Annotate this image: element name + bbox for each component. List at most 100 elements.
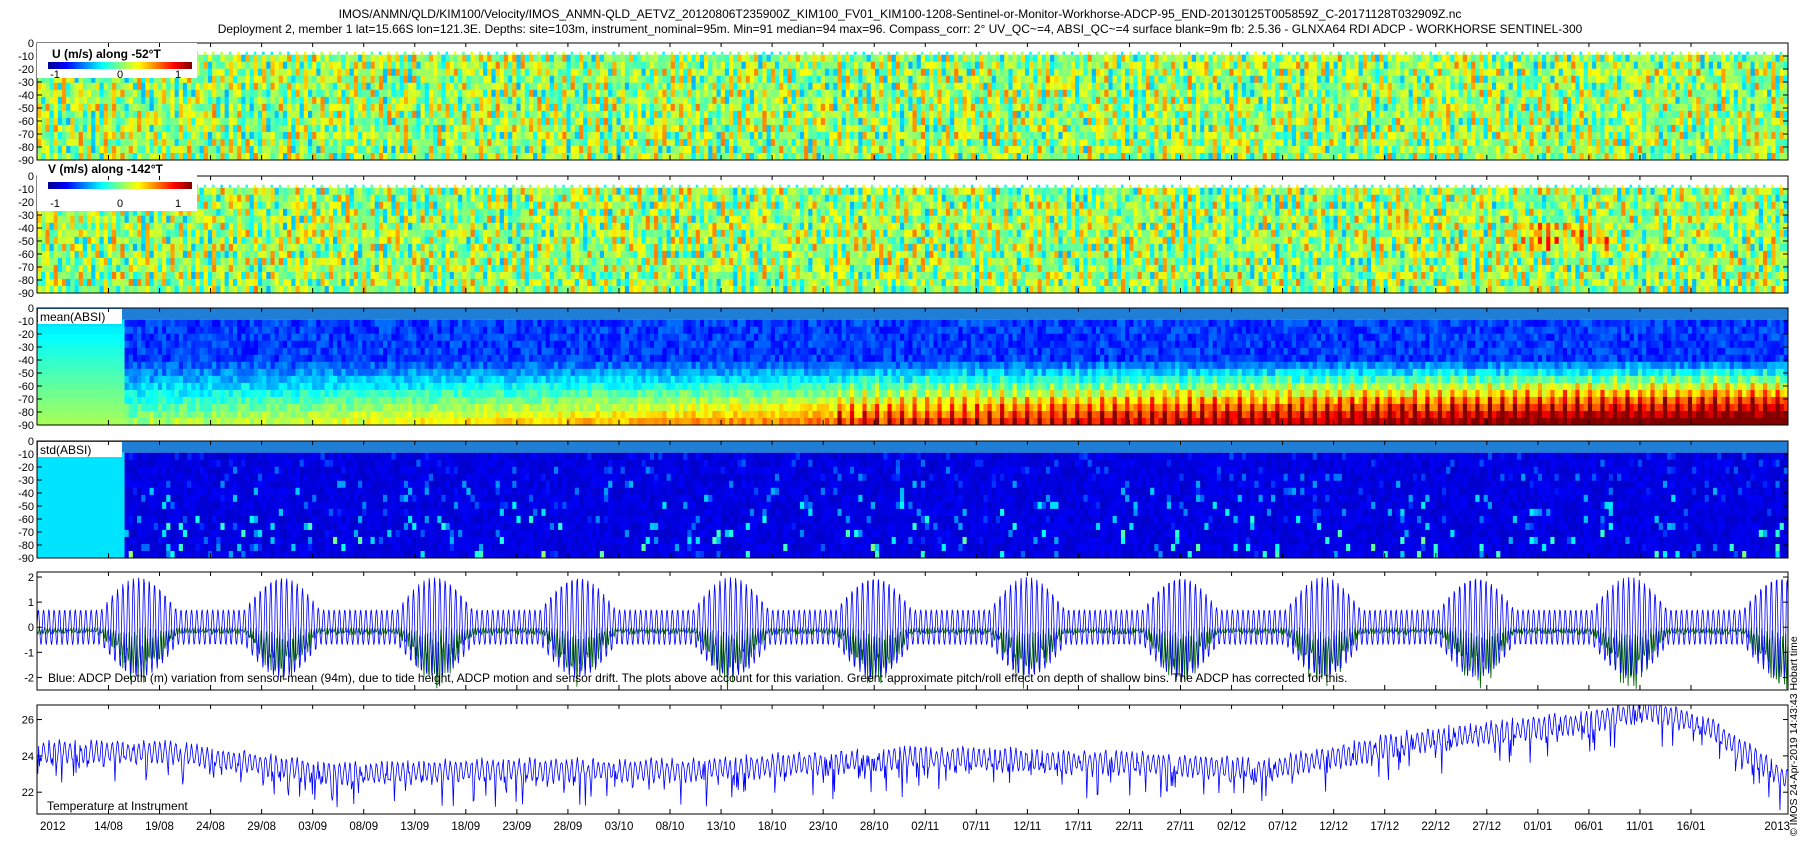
u-velocity-cell	[191, 124, 197, 133]
u-velocity-cell	[1233, 145, 1239, 154]
u-velocity-cell	[649, 152, 655, 160]
u-velocity-cell	[282, 75, 288, 84]
u-velocity-cell	[378, 51, 382, 55]
u-velocity-cell	[908, 145, 914, 154]
u-velocity-cell	[912, 96, 918, 105]
u-velocity-cell	[908, 89, 914, 98]
u-velocity-cell	[491, 152, 497, 160]
u-velocity-cell	[1129, 124, 1135, 133]
u-velocity-cell	[1258, 89, 1264, 98]
u-velocity-cell	[695, 54, 701, 63]
u-velocity-cell	[708, 124, 713, 133]
u-velocity-cell	[562, 82, 568, 91]
u-velocity-cell	[120, 138, 126, 147]
u-velocity-cell	[1079, 82, 1085, 91]
u-velocity-cell	[74, 124, 80, 133]
u-velocity-cell	[1145, 117, 1151, 126]
u-velocity-cell	[787, 117, 793, 126]
u-velocity-cell	[237, 152, 242, 160]
u-velocity-cell	[916, 82, 922, 91]
u-velocity-cell	[416, 89, 422, 98]
u-velocity-cell	[362, 117, 367, 126]
u-velocity-cell	[91, 138, 96, 147]
u-velocity-cell	[232, 75, 238, 84]
u-velocity-cell	[49, 124, 55, 133]
u-velocity-cell	[666, 124, 672, 133]
u-velocity-cell	[320, 89, 326, 98]
u-velocity-cell	[149, 103, 155, 112]
u-velocity-cell	[1120, 51, 1124, 55]
u-velocity-cell	[178, 117, 184, 126]
u-velocity-cell	[203, 96, 209, 105]
u-velocity-cell	[358, 152, 363, 160]
u-velocity-cell	[1116, 152, 1122, 160]
u-velocity-cell	[1371, 54, 1376, 63]
u-velocity-cell	[1300, 96, 1305, 105]
u-velocity-cell	[232, 124, 238, 133]
u-velocity-cell	[945, 54, 951, 63]
u-velocity-cell	[545, 110, 551, 119]
u-velocity-cell	[49, 89, 55, 98]
u-velocity-cell	[403, 89, 409, 98]
u-velocity-cell	[241, 145, 247, 154]
u-velocity-cell	[791, 103, 797, 112]
u-velocity-cell	[237, 89, 242, 98]
u-velocity-cell	[491, 110, 497, 119]
u-velocity-cell	[633, 131, 638, 140]
u-velocity-cell	[758, 110, 764, 119]
u-velocity-cell	[987, 61, 993, 70]
u-velocity-cell	[1008, 96, 1014, 105]
u-velocity-cell	[799, 61, 805, 70]
u-velocity-cell	[345, 103, 351, 112]
u-velocity-cell	[366, 75, 372, 84]
u-velocity-cell	[378, 110, 384, 119]
u-velocity-cell	[849, 138, 855, 147]
u-velocity-cell	[537, 75, 543, 84]
u-velocity-cell	[174, 96, 180, 105]
u-velocity-cell	[833, 131, 839, 140]
u-velocity-cell	[795, 117, 801, 126]
u-velocity-cell	[1150, 103, 1155, 112]
u-velocity-cell	[1200, 152, 1205, 160]
u-velocity-cell	[954, 82, 959, 91]
u-velocity-cell	[132, 96, 138, 105]
u-velocity-cell	[578, 89, 584, 98]
u-velocity-cell	[741, 89, 747, 98]
u-velocity-cell	[879, 96, 884, 105]
u-velocity-cell	[341, 131, 347, 140]
u-velocity-cell	[337, 117, 342, 126]
u-velocity-cell	[745, 117, 751, 126]
u-velocity-cell	[1083, 96, 1089, 105]
u-velocity-cell	[891, 110, 897, 119]
u-velocity-cell	[779, 75, 784, 84]
u-velocity-cell	[729, 124, 734, 133]
u-velocity-cell	[1016, 96, 1022, 105]
u-velocity-cell	[103, 145, 109, 154]
u-velocity-cell	[770, 124, 776, 133]
u-velocity-cell	[149, 152, 155, 160]
u-velocity-cell	[320, 117, 326, 126]
u-velocity-cell	[408, 61, 413, 70]
u-velocity-cell	[1246, 145, 1251, 154]
u-velocity-cell	[754, 82, 759, 91]
u-velocity-cell	[958, 82, 964, 91]
u-velocity-cell	[1266, 145, 1272, 154]
u-velocity-cell	[1158, 75, 1164, 84]
u-velocity-cell	[212, 131, 217, 140]
u-velocity-cell	[770, 138, 776, 147]
u-velocity-cell	[679, 145, 684, 154]
u-velocity-cell	[679, 54, 684, 63]
u-velocity-cell	[95, 89, 101, 98]
u-velocity-cell	[595, 138, 601, 147]
u-velocity-cell	[187, 82, 192, 91]
u-velocity-cell	[1041, 103, 1047, 112]
u-velocity-cell	[103, 89, 109, 98]
u-velocity-cell	[954, 124, 959, 133]
u-velocity-cell	[1291, 152, 1297, 160]
u-velocity-cell	[933, 68, 939, 77]
u-velocity-cell	[1033, 152, 1039, 160]
u-velocity-cell	[395, 124, 401, 133]
u-velocity-cell	[745, 54, 751, 63]
u-velocity-cell	[103, 124, 109, 133]
u-velocity-cell	[695, 68, 701, 77]
